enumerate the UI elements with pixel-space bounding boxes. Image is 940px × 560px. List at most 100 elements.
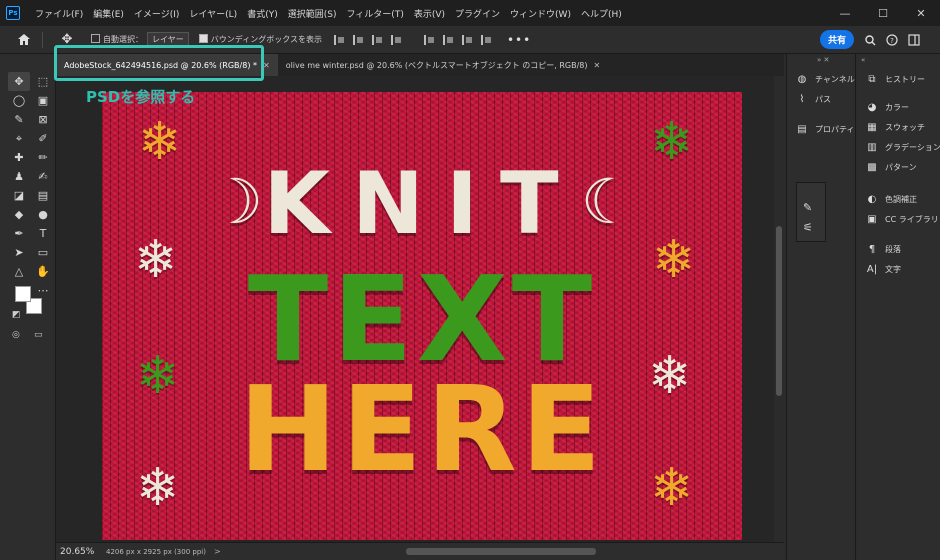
minimize-button[interactable]: —	[826, 0, 864, 26]
hand-tool-icon[interactable]: ✋	[32, 262, 54, 281]
frame-tool-icon[interactable]: ⌖	[8, 129, 30, 148]
menu-plugins[interactable]: プラグイン	[450, 7, 505, 20]
panel-swatches[interactable]: ▦ スウォッチ	[865, 120, 925, 134]
zoom-level[interactable]: 20.65%	[56, 547, 106, 557]
menu-type[interactable]: 書式(Y)	[242, 7, 283, 20]
collapse-panels-button[interactable]: » ✕	[817, 56, 829, 64]
auto-select-toggle[interactable]: 自動選択：	[91, 34, 143, 45]
panel-history[interactable]: ⧉ ヒストリー	[865, 72, 925, 86]
knit-word: KNIT	[263, 154, 581, 254]
menu-select[interactable]: 選択範囲(S)	[283, 7, 342, 20]
panel-label: パターン	[885, 162, 917, 172]
close-icon[interactable]: ✕	[594, 61, 601, 70]
menu-filter[interactable]: フィルター(T)	[341, 7, 408, 20]
menu-layer[interactable]: レイヤー(L)	[184, 7, 242, 20]
quick-mask-icon[interactable]: ◎	[12, 330, 20, 340]
horizontal-scrollbar[interactable]	[356, 548, 756, 555]
panel-adjustments[interactable]: ◐ 色調補正	[865, 192, 917, 206]
vertical-scrollbar-thumb[interactable]	[776, 226, 782, 396]
gradient-tool-icon[interactable]: ▤	[32, 186, 54, 205]
panel-paragraph[interactable]: ¶ 段落	[865, 242, 901, 256]
status-menu-arrow[interactable]: >	[214, 547, 221, 556]
path-select-tool-icon[interactable]: ➤	[8, 243, 30, 262]
gradients-icon: ▥	[867, 141, 877, 153]
tool-presets-icon[interactable]: ⚟	[803, 221, 813, 234]
history-brush-tool-icon[interactable]: ✍	[32, 167, 54, 186]
menu-bar: Ps ファイル(F) 編集(E) イメージ(I) レイヤー(L) 書式(Y) 選…	[0, 0, 940, 26]
layer-dropdown[interactable]: レイヤー	[147, 32, 189, 47]
panel-paths[interactable]: ⌇ パス	[795, 92, 831, 106]
bounding-box-checkbox[interactable]	[198, 34, 208, 43]
default-colors-icon[interactable]: ◩	[12, 310, 21, 320]
share-button[interactable]: 共有	[820, 30, 854, 49]
close-icon[interactable]: ✕	[263, 61, 270, 70]
align-top-icon[interactable]	[423, 34, 434, 45]
menu-file[interactable]: ファイル(F)	[30, 7, 88, 20]
menu-window[interactable]: ウィンドウ(W)	[505, 7, 576, 20]
workspace-icon[interactable]	[906, 32, 922, 48]
menu-help[interactable]: ヘルプ(H)	[576, 7, 627, 20]
tab-adobestock-psd[interactable]: AdobeStock_642494516.psd @ 20.6% (RGB/8)…	[56, 54, 278, 76]
bounding-box-toggle[interactable]: バウンディングボックスを表示	[198, 34, 322, 45]
panel-libraries[interactable]: ▣ CC ライブラリ	[865, 212, 938, 226]
auto-select-label: 自動選択：	[103, 35, 143, 44]
lasso-tool-icon[interactable]: ◯	[8, 91, 30, 110]
tools-panel: ✥ ⬚ ◯ ▣ ✎ ⊠ ⌖ ✐ ✚ ✏ ♟ ✍ ◪ ▤ ◆ ● ✒ T ➤ ▭ …	[0, 54, 56, 560]
align-right-icon[interactable]	[371, 34, 382, 45]
object-select-tool-icon[interactable]: ▣	[32, 91, 54, 110]
move-tool-preset-icon[interactable]: ✥	[57, 30, 77, 50]
more-options-button[interactable]: •••	[507, 33, 531, 47]
auto-select-checkbox[interactable]	[91, 34, 100, 43]
divider	[42, 31, 43, 48]
panel-gradients[interactable]: ▥ グラデーション	[865, 140, 940, 154]
panel-label: 文字	[885, 264, 901, 274]
eyedropper-tool-icon[interactable]: ✐	[32, 129, 54, 148]
paragraph-icon: ¶	[868, 243, 876, 255]
panel-character[interactable]: A| 文字	[865, 262, 901, 276]
align-center-icon[interactable]	[352, 34, 363, 45]
move-tool-icon[interactable]: ✥	[8, 72, 30, 91]
align-bottom-icon[interactable]	[461, 34, 472, 45]
tab-olive-me-winter-psd[interactable]: olive me winter.psd @ 20.6% (ベクトルスマートオブジ…	[278, 54, 609, 76]
dodge-tool-icon[interactable]: ●	[32, 205, 54, 224]
home-button[interactable]	[12, 30, 36, 50]
menu-edit[interactable]: 編集(E)	[88, 7, 129, 20]
pen-tool-icon[interactable]: ✒	[8, 224, 30, 243]
photoshop-logo-icon: Ps	[6, 6, 20, 20]
eraser-tool-icon[interactable]: ◪	[8, 186, 30, 205]
align-middle-icon[interactable]	[442, 34, 453, 45]
brush-settings-icon[interactable]: ✎	[803, 201, 812, 214]
close-window-button[interactable]: ✕	[902, 0, 940, 26]
healing-brush-tool-icon[interactable]: ✚	[8, 148, 30, 167]
shape-tool-icon[interactable]: ▭	[32, 243, 54, 262]
maximize-button[interactable]: ☐	[864, 0, 902, 26]
adjustments-icon: ◐	[867, 193, 877, 205]
brush-tool-icon[interactable]: ✏	[32, 148, 54, 167]
panel-label: チャンネル	[815, 74, 855, 84]
menu-view[interactable]: 表示(V)	[409, 7, 450, 20]
marquee-tool-icon[interactable]: ⬚	[32, 72, 54, 91]
foreground-color-swatch[interactable]	[15, 286, 31, 302]
panel-color[interactable]: ◕ カラー	[865, 100, 909, 114]
align-left-icon[interactable]	[333, 34, 344, 45]
distribute-vertical-icon[interactable]	[480, 34, 491, 45]
help-icon[interactable]: ?	[884, 32, 900, 48]
crop-tool-icon[interactable]: ⊠	[32, 110, 54, 129]
type-tool-icon[interactable]: T	[32, 224, 54, 243]
menu-image[interactable]: イメージ(I)	[129, 7, 185, 20]
quick-select-tool-icon[interactable]: ✎	[8, 110, 30, 129]
panel-patterns[interactable]: ▩ パターン	[865, 160, 917, 174]
panel-properties[interactable]: ▤ プロパティ	[795, 122, 854, 136]
horizontal-scrollbar-thumb[interactable]	[406, 548, 596, 555]
collapse-panels-button[interactable]: «	[861, 56, 865, 64]
panel-label: スウォッチ	[885, 122, 925, 132]
blur-tool-icon[interactable]: ◆	[8, 205, 30, 224]
screen-mode-icon[interactable]: ▭	[34, 330, 43, 340]
search-icon[interactable]	[862, 32, 878, 48]
vertical-scrollbar[interactable]	[774, 76, 784, 542]
document-canvas[interactable]: ❄ ❄ ❄ ❄ ❄ ❄ ❄ ❄ ☽KNIT☾ TEXT HERE	[102, 92, 742, 540]
clone-stamp-tool-icon[interactable]: ♟	[8, 167, 30, 186]
triangle-tool-icon[interactable]: △	[8, 262, 30, 281]
panel-channels[interactable]: ◍ チャンネル	[795, 72, 855, 86]
distribute-icon[interactable]	[390, 34, 401, 45]
